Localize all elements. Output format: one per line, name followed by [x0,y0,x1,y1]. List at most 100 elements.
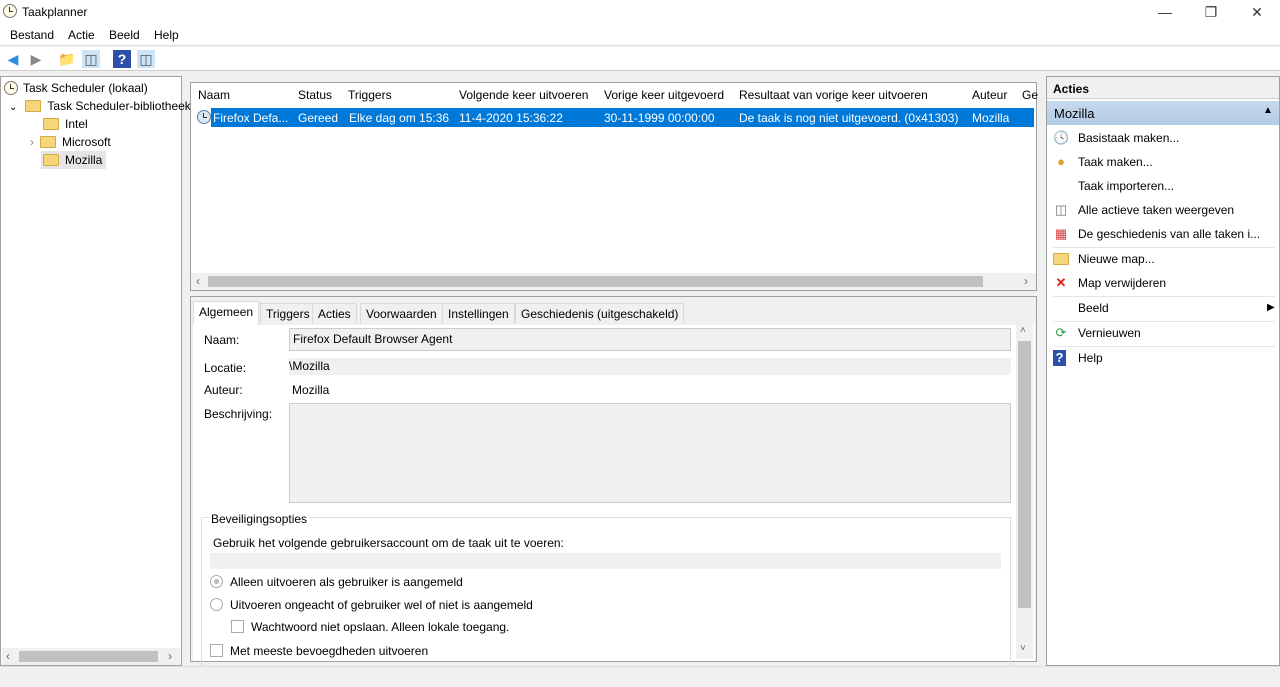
column-header-triggers[interactable]: Triggers [348,88,392,102]
tab-acties[interactable]: Acties [312,303,357,323]
close-button[interactable]: ✕ [1234,0,1280,24]
tree-horizontal-scrollbar[interactable]: ‹ › [2,648,180,665]
action-label: Taak importeren... [1078,179,1175,193]
action-label: Beeld [1078,301,1109,315]
action-beeld[interactable]: Beeld ▶ [1053,297,1275,319]
tree-folder-mozilla[interactable]: Mozilla [41,151,107,169]
cell-author: Mozilla [972,111,1010,125]
forward-arrow-icon[interactable]: ▶ [27,50,45,68]
account-field[interactable] [210,553,1001,569]
window-title: Taakplanner [22,5,88,19]
radio-any[interactable]: Uitvoeren ongeacht of gebruiker wel of n… [210,598,533,612]
section-label: Mozilla [1054,106,1095,121]
cell-last-run: 30-11-1999 00:00:00 [604,111,715,125]
tab-geschiedenis[interactable]: Geschiedenis (uitgeschakeld) [515,303,685,323]
cell-name: Firefox Defa... [213,111,289,125]
action-taak-importeren[interactable]: Taak importeren... [1053,175,1275,197]
show-hide-actions-icon[interactable]: ◫ [137,50,155,68]
scroll-right-icon[interactable]: › [168,649,172,663]
column-header-last-run[interactable]: Vorige keer uitgevoerd [604,88,724,102]
help-icon[interactable]: ? [113,50,131,68]
action-geschiedenis[interactable]: ▦ De geschiedenis van alle taken i... [1053,223,1275,245]
scrollbar-thumb[interactable] [208,276,983,287]
checkbox-icon [231,620,244,633]
menu-beeld[interactable]: Beeld [109,28,140,42]
column-header-status[interactable]: Status [298,88,332,102]
folder-icon [43,154,59,166]
scroll-left-icon[interactable]: ‹ [196,274,200,288]
checkbox-highest[interactable]: Met meeste bevoegdheden uitvoeren [210,644,428,658]
checkbox-label: Wachtwoord niet opslaan. Alleen lokale t… [251,620,510,634]
up-folder-icon[interactable]: 📁 [58,50,76,68]
name-field[interactable]: Firefox Default Browser Agent [289,328,1011,351]
tab-algemeen[interactable]: Algemeen [193,301,260,325]
scrollbar-thumb[interactable] [19,651,158,662]
menu-actie[interactable]: Actie [68,28,95,42]
action-nieuwe-map[interactable]: Nieuwe map... [1053,248,1275,270]
chevron-down-icon[interactable]: ⌄ [9,102,17,113]
scroll-down-icon[interactable]: ˅ [1020,643,1026,654]
radio-logged-on[interactable]: Alleen uitvoeren als gebruiker is aangem… [210,575,463,589]
folder-clock-icon [25,100,42,112]
column-header-naam[interactable]: Naam [198,88,230,102]
scrollbar-thumb[interactable] [1018,341,1031,608]
action-taak-maken[interactable]: ● Taak maken... [1053,151,1275,173]
toolbar: ◀ ▶ 📁 ◫ ? ◫ [0,47,1280,71]
action-map-verwijderen[interactable]: ✕ Map verwijderen [1053,272,1275,294]
new-folder-icon [1053,253,1069,265]
action-alle-actieve-taken[interactable]: ◫ Alle actieve taken weergeven [1053,199,1275,221]
column-header-author[interactable]: Auteur [972,88,1007,102]
general-panel: Naam: Firefox Default Browser Agent Loca… [193,325,1035,667]
radio-label: Uitvoeren ongeacht of gebruiker wel of n… [230,598,533,612]
description-field[interactable] [289,403,1011,503]
actions-title: Acties [1053,82,1090,96]
checkbox-label: Met meeste bevoegdheden uitvoeren [230,644,429,658]
scroll-right-icon[interactable]: › [1024,274,1028,288]
tree-library[interactable]: ⌄ Task Scheduler-bibliotheek [9,97,191,115]
action-basistaak-maken[interactable]: 🕓 Basistaak maken... [1053,127,1275,149]
action-label: Map verwijderen [1078,276,1167,290]
create-basic-task-icon: 🕓 [1053,130,1070,145]
show-hide-tree-icon[interactable]: ◫ [82,50,100,68]
action-help[interactable]: ? Help [1053,347,1275,369]
tree-root[interactable]: Task Scheduler (lokaal) [4,79,148,97]
minimize-button[interactable]: — [1142,0,1188,24]
action-vernieuwen[interactable]: ⟳ Vernieuwen [1053,322,1275,344]
task-list: Naam Status Triggers Volgende keer uitvo… [190,82,1038,291]
location-label: Locatie: [204,361,247,375]
scroll-up-icon[interactable]: ˄ [1020,325,1026,336]
collapse-triangle-icon[interactable]: ▲ [1263,105,1273,116]
cell-result: De taak is nog niet uitgevoerd. (0x41303… [739,111,959,125]
radio-icon [210,575,223,588]
tab-instellingen[interactable]: Instellingen [442,303,515,323]
tree-folder-microsoft[interactable]: › Microsoft [30,133,111,151]
chevron-right-icon[interactable]: › [30,135,34,149]
tree-root-label: Task Scheduler (lokaal) [23,81,148,95]
actions-pane: Acties Mozilla ▲ 🕓 Basistaak maken... ● Ta… [1046,76,1280,666]
submenu-arrow-icon: ▶ [1267,302,1275,313]
column-header-result[interactable]: Resultaat van vorige keer uitvoeren [739,88,928,102]
location-field[interactable]: \Mozilla [289,358,1011,375]
menu-bestand[interactable]: Bestand [10,28,54,42]
column-header-more[interactable]: Ge [1022,88,1038,102]
column-header-next-run[interactable]: Volgende keer uitvoeren [459,88,588,102]
description-label: Beschrijving: [204,407,273,421]
maximize-button[interactable]: ❐ [1188,0,1234,24]
action-label: Taak maken... [1078,155,1153,169]
action-label: Vernieuwen [1078,326,1141,340]
folder-label: Intel [65,117,88,131]
cell-next-run: 11-4-2020 15:36:22 [459,111,563,125]
running-tasks-icon: ◫ [1054,202,1068,217]
table-row[interactable]: Firefox Defa... Gereed Elke dag om 15:36… [211,108,1034,127]
folder-label: Mozilla [65,153,103,167]
list-horizontal-scrollbar[interactable]: ‹ › [191,273,1036,290]
menu-help[interactable]: Help [154,28,179,42]
tab-triggers[interactable]: Triggers [260,303,316,323]
actions-section-mozilla[interactable]: Mozilla ▲ [1047,101,1279,125]
back-arrow-icon[interactable]: ◀ [4,50,22,68]
tab-voorwaarden[interactable]: Voorwaarden [360,303,443,323]
tree-folder-intel[interactable]: Intel [43,115,88,133]
scroll-left-icon[interactable]: ‹ [6,649,10,663]
checkbox-password[interactable]: Wachtwoord niet opslaan. Alleen lokale t… [231,620,509,634]
details-vertical-scrollbar[interactable]: ˄ ˅ [1016,325,1033,659]
